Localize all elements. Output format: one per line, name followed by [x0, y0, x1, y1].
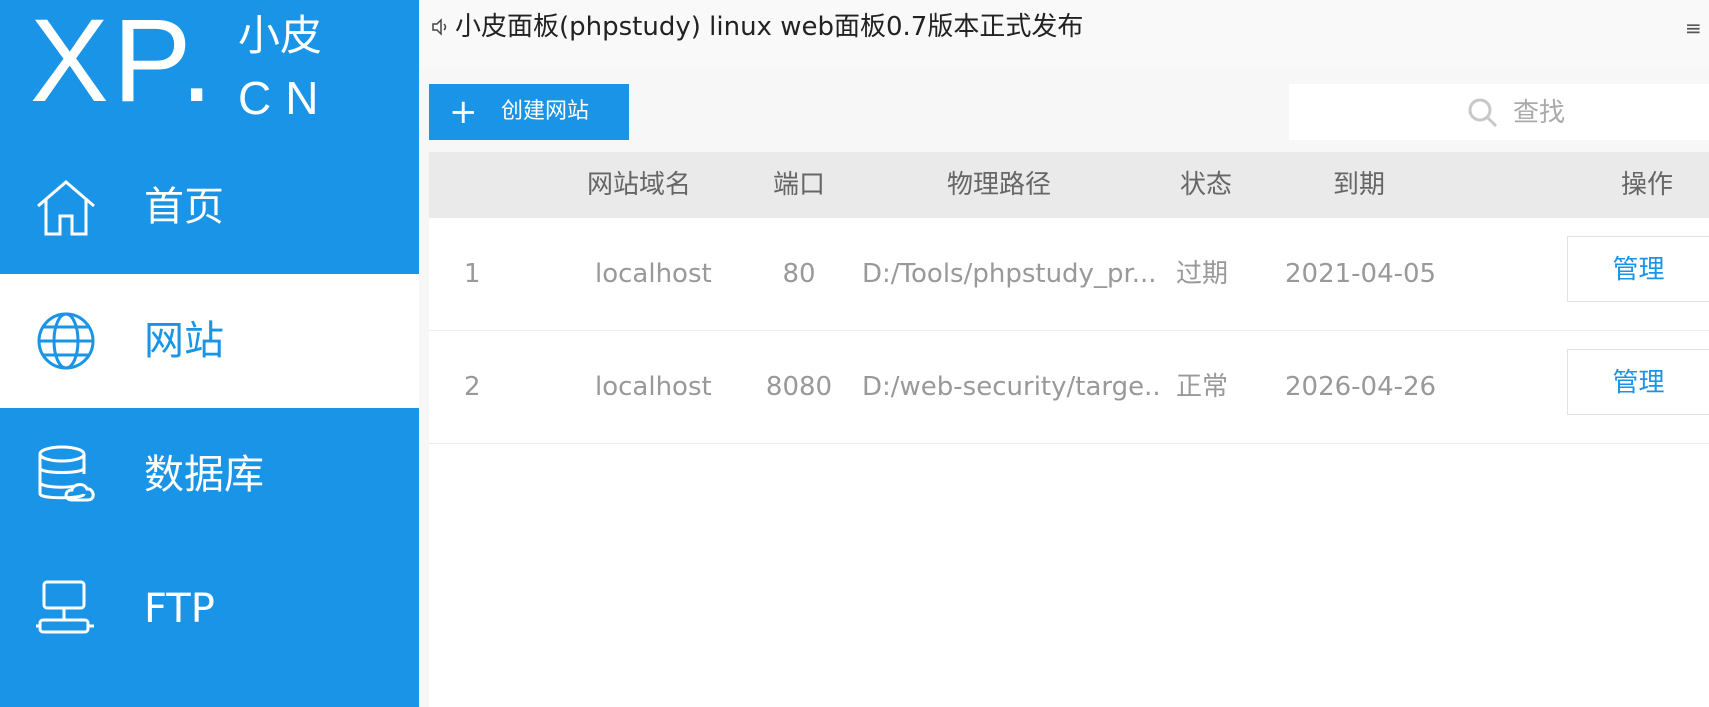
logo-cn-bottom: CN [238, 72, 333, 124]
sidebar-item-label: FTP [144, 586, 215, 632]
logo-cn-top: 小皮 [238, 11, 323, 60]
row-index: 2 [464, 372, 481, 402]
sidebar: XP. 小皮 CN 首页 网站 数据库 FTP [0, 0, 419, 707]
row-expiry: 2026-04-26 [1285, 372, 1437, 402]
table-row: 1 localhost 80 D:/Tools/phpstudy_pr... 过… [429, 218, 1709, 331]
table-header: 网站域名 端口 物理路径 状态 到期 操作 [429, 152, 1709, 218]
row-status: 正常 [1176, 372, 1229, 402]
create-website-button[interactable]: + 创建网站 [429, 84, 629, 140]
menu-icon[interactable]: ≡ [1685, 18, 1702, 38]
row-domain: localhost [595, 259, 712, 289]
logo: XP. 小皮 CN [0, 0, 419, 140]
row-port: 80 [782, 259, 816, 289]
manage-button[interactable]: 管理 [1567, 349, 1709, 415]
row-path: D:/Tools/phpstudy_pr... [862, 259, 1157, 289]
create-website-label: 创建网站 [501, 99, 590, 124]
column-header-domain: 网站域名 [586, 170, 691, 200]
notice-text[interactable]: 小皮面板(phpstudy) linux web面板0.7版本正式发布 [455, 8, 1083, 46]
sidebar-item-label: 数据库 [144, 452, 264, 498]
sidebar-item-label: 首页 [144, 184, 224, 230]
row-expiry: 2021-04-05 [1285, 259, 1437, 289]
speaker-icon [432, 18, 447, 36]
logo-xp-text: XP. [30, 0, 217, 127]
row-index: 1 [464, 259, 481, 289]
row-domain: localhost [595, 372, 712, 402]
notice-bar: 小皮面板(phpstudy) linux web面板0.7版本正式发布 ≡ [419, 0, 1709, 67]
table-row: 2 localhost 8080 D:/web-security/targe..… [429, 331, 1709, 444]
row-path: D:/web-security/targe... [862, 372, 1162, 402]
row-status: 过期 [1176, 259, 1229, 289]
database-icon [38, 445, 95, 502]
sidebar-item-label: 网站 [144, 318, 224, 364]
column-header-path: 物理路径 [946, 170, 1051, 200]
main-content: 小皮面板(phpstudy) linux web面板0.7版本正式发布 ≡ + … [419, 0, 1709, 707]
home-icon [37, 180, 95, 236]
sidebar-item-home[interactable]: 首页 [0, 140, 419, 274]
column-header-action: 操作 [1620, 170, 1673, 200]
plus-icon: + [449, 92, 478, 132]
column-header-port: 端口 [772, 170, 825, 200]
website-table: 网站域名 端口 物理路径 状态 到期 操作 1 localhost 80 D:/… [429, 152, 1709, 707]
search-icon [1468, 98, 1498, 128]
column-header-status: 状态 [1179, 170, 1232, 200]
ftp-icon [36, 580, 94, 634]
globe-icon [37, 312, 95, 370]
row-port: 8080 [765, 372, 833, 402]
column-header-expiry: 到期 [1332, 170, 1385, 200]
sidebar-item-website[interactable]: 网站 [0, 274, 419, 408]
sidebar-item-database[interactable]: 数据库 [0, 408, 419, 542]
manage-button[interactable]: 管理 [1567, 236, 1709, 302]
search-box[interactable] [1289, 84, 1709, 140]
search-input[interactable] [1499, 94, 1705, 132]
sidebar-item-ftp[interactable]: FTP [0, 542, 419, 676]
